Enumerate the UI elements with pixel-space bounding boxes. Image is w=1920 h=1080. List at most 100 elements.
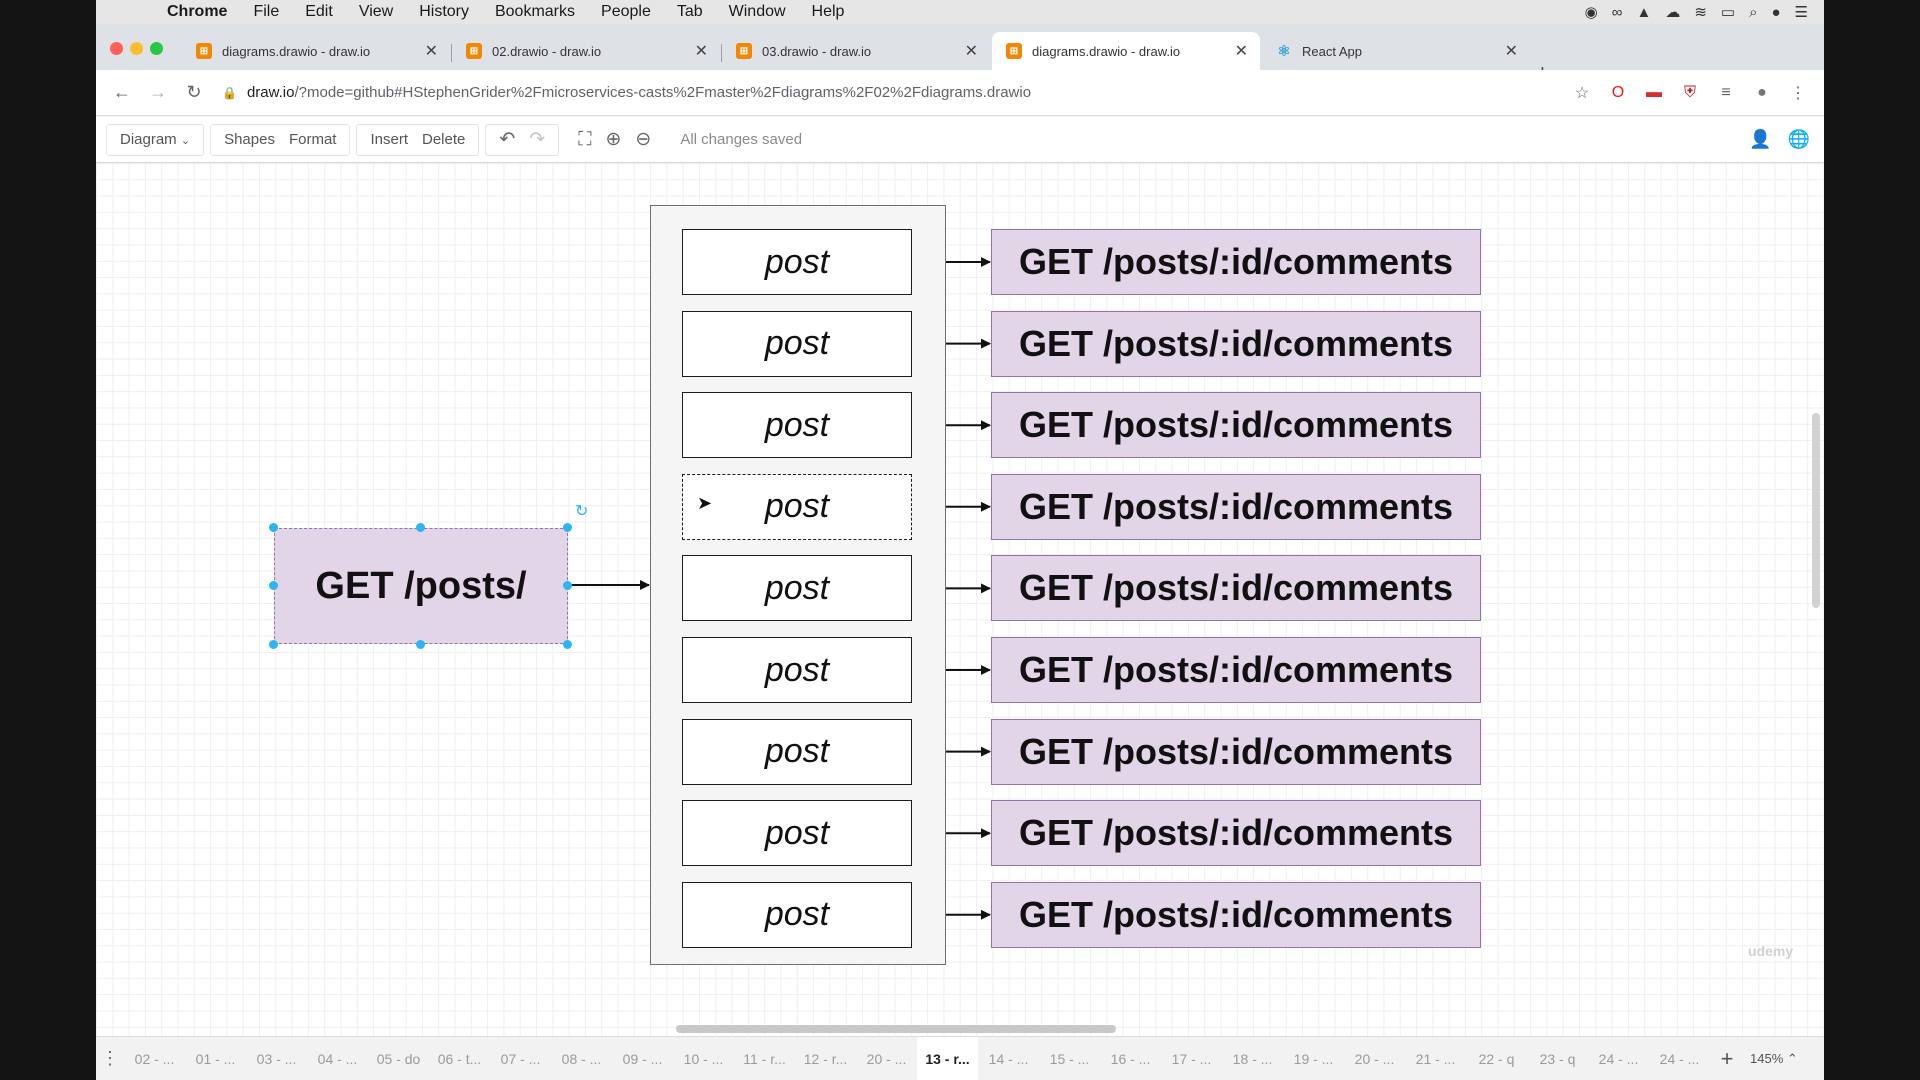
page-tab[interactable]: 24 - ...: [1588, 1051, 1649, 1067]
page-tab[interactable]: 21 - ...: [1405, 1051, 1466, 1067]
browser-menu-icon[interactable]: ⋮: [1780, 83, 1816, 103]
shapes-button[interactable]: Shapes: [217, 131, 282, 148]
close-window-button[interactable]: [110, 42, 123, 55]
page-tab[interactable]: 23 - q: [1527, 1051, 1588, 1067]
zoom-out-icon[interactable]: ⊖: [628, 128, 658, 151]
page-tab[interactable]: 11 - r...: [734, 1051, 795, 1067]
wifi-icon[interactable]: ≋: [1694, 3, 1707, 21]
add-page-button[interactable]: +: [1710, 1046, 1744, 1072]
menu-window[interactable]: Window: [716, 3, 799, 21]
page-tab[interactable]: 01 - ...: [185, 1051, 246, 1067]
undo-icon[interactable]: ↶: [492, 128, 522, 151]
page-tab[interactable]: 04 - ...: [307, 1051, 368, 1067]
resize-handle[interactable]: [416, 523, 425, 532]
post-box[interactable]: post: [682, 718, 912, 785]
get-comments-request-box[interactable]: GET /posts/:id/comments: [991, 637, 1481, 703]
close-tab-icon[interactable]: ✕: [425, 41, 438, 61]
pages-menu-icon[interactable]: ⋮: [96, 1048, 124, 1069]
page-tab[interactable]: 24 - ...: [1649, 1051, 1710, 1067]
page-tab[interactable]: 03 - ...: [246, 1051, 307, 1067]
profile-avatar[interactable]: ●: [1744, 83, 1780, 103]
close-tab-icon[interactable]: ✕: [695, 41, 708, 61]
spotlight-search-icon[interactable]: ⌕: [1749, 4, 1757, 21]
resize-handle[interactable]: [563, 581, 572, 590]
back-icon[interactable]: ←: [104, 82, 140, 103]
post-box[interactable]: post: [682, 473, 912, 540]
user-icon[interactable]: 👤: [1749, 129, 1771, 150]
close-tab-icon[interactable]: ✕: [1505, 41, 1518, 61]
page-tab[interactable]: 22 - q: [1466, 1051, 1527, 1067]
get-comments-request-box[interactable]: GET /posts/:id/comments: [991, 473, 1481, 540]
fullscreen-icon[interactable]: ⛶: [571, 129, 598, 151]
siri-icon[interactable]: ●: [1771, 4, 1780, 21]
page-tab[interactable]: 20 - ...: [856, 1051, 917, 1067]
redo-icon[interactable]: ↷: [522, 128, 552, 151]
browser-tab-active[interactable]: ⊞ diagrams.drawio - draw.io ✕: [992, 32, 1260, 70]
format-button[interactable]: Format: [282, 131, 344, 148]
page-tab[interactable]: 16 - ...: [1100, 1051, 1161, 1067]
bookmark-star-icon[interactable]: ☆: [1564, 83, 1600, 103]
rotate-handle-icon[interactable]: ↻: [575, 501, 588, 521]
page-tab[interactable]: 18 - ...: [1222, 1051, 1283, 1067]
forward-icon[interactable]: →: [140, 82, 176, 103]
pdf-extension-icon[interactable]: ▬: [1636, 83, 1672, 103]
get-comments-request-box[interactable]: GET /posts/:id/comments: [991, 881, 1481, 948]
resize-handle[interactable]: [416, 640, 425, 649]
menu-view[interactable]: View: [346, 3, 406, 21]
page-tab[interactable]: 15 - ...: [1039, 1051, 1100, 1067]
close-tab-icon[interactable]: ✕: [1235, 41, 1248, 61]
post-box[interactable]: post: [682, 392, 912, 459]
page-tab[interactable]: 12 - r...: [795, 1051, 856, 1067]
get-comments-request-box[interactable]: GET /posts/:id/comments: [991, 555, 1481, 622]
get-posts-request-box[interactable]: GET /posts/: [274, 528, 568, 644]
close-tab-icon[interactable]: ✕: [965, 41, 978, 61]
resize-handle[interactable]: [563, 640, 572, 649]
menu-edit[interactable]: Edit: [292, 3, 346, 21]
browser-tab[interactable]: ⚛ React App ✕: [1262, 32, 1530, 70]
resize-handle[interactable]: [269, 581, 278, 590]
reader-extension-icon[interactable]: ≡: [1708, 83, 1744, 103]
page-tab[interactable]: 02 - ...: [124, 1051, 185, 1067]
cloud-icon[interactable]: ☁: [1665, 3, 1680, 21]
page-tab[interactable]: 17 - ...: [1161, 1051, 1222, 1067]
get-comments-request-box[interactable]: GET /posts/:id/comments: [991, 718, 1481, 785]
get-comments-request-box[interactable]: GET /posts/:id/comments: [991, 392, 1481, 459]
language-globe-icon[interactable]: 🌐: [1788, 129, 1810, 150]
browser-tab[interactable]: ⊞ diagrams.drawio - draw.io ✕: [182, 32, 450, 70]
menu-bookmarks[interactable]: Bookmarks: [482, 3, 588, 21]
post-box[interactable]: post: [682, 800, 912, 867]
status-app-icon[interactable]: ◉: [1585, 3, 1598, 21]
page-tab-active[interactable]: 13 - r...: [917, 1036, 978, 1080]
page-tab[interactable]: 19 - ...: [1283, 1051, 1344, 1067]
vertical-scrollbar[interactable]: [1812, 413, 1820, 608]
diagram-menu-button[interactable]: Diagram ⌄: [113, 131, 197, 148]
post-box[interactable]: post: [682, 310, 912, 377]
glasses-icon[interactable]: ∞: [1612, 4, 1623, 21]
lock-icon[interactable]: 🔒: [222, 86, 237, 100]
menu-help[interactable]: Help: [799, 3, 858, 21]
page-tab[interactable]: 06 - t...: [429, 1051, 490, 1067]
docker-icon[interactable]: ▲: [1636, 4, 1651, 21]
zoom-in-icon[interactable]: ⊕: [599, 128, 629, 151]
menu-tab[interactable]: Tab: [664, 3, 716, 21]
reload-icon[interactable]: ↻: [176, 82, 212, 103]
insert-button[interactable]: Insert: [363, 131, 415, 148]
diagram-canvas[interactable]: post GET /posts/:id/comments post GET /post…: [96, 163, 1824, 1036]
menu-app-name[interactable]: Chrome: [154, 3, 240, 21]
page-tab[interactable]: 14 - ...: [978, 1051, 1039, 1067]
menu-history[interactable]: History: [406, 3, 482, 21]
page-tab[interactable]: 09 - ...: [612, 1051, 673, 1067]
zoom-level[interactable]: 145% ⌃: [1750, 1051, 1798, 1067]
page-tab[interactable]: 08 - ...: [551, 1051, 612, 1067]
page-tab[interactable]: 07 - ...: [490, 1051, 551, 1067]
browser-tab[interactable]: ⊞ 03.drawio - draw.io ✕: [722, 32, 990, 70]
battery-icon[interactable]: ▭: [1721, 3, 1735, 21]
post-box[interactable]: post: [682, 881, 912, 948]
shield-extension-icon[interactable]: ⛨: [1672, 83, 1708, 103]
menu-file[interactable]: File: [240, 3, 292, 21]
resize-handle[interactable]: [269, 523, 278, 532]
get-comments-request-box[interactable]: GET /posts/:id/comments: [991, 310, 1481, 377]
page-tab[interactable]: 10 - ...: [673, 1051, 734, 1067]
post-box[interactable]: post: [682, 637, 912, 703]
horizontal-scrollbar[interactable]: [676, 1025, 1116, 1033]
